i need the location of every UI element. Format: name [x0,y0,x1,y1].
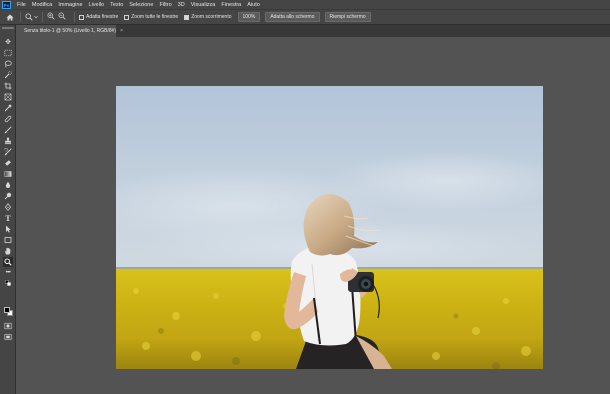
crop-tool-icon[interactable] [3,81,13,91]
resize-windows-checkbox[interactable]: Adatta finestre [79,14,118,20]
resize-windows-label: Adatta finestre [86,14,119,20]
menu-filtro[interactable]: Filtro [156,2,174,8]
rectangle-tool-icon[interactable] [3,235,13,245]
lasso-tool-icon[interactable] [3,59,13,69]
menu-file[interactable]: File [14,2,29,8]
home-icon [6,14,14,20]
checkbox-box[interactable] [79,14,84,20]
menu-3d[interactable]: 3D [175,2,188,8]
foreground-color-swatch[interactable] [4,307,10,313]
separator [20,12,21,22]
canvas-photo[interactable] [116,86,543,369]
dodge-tool-icon[interactable] [3,191,13,201]
frame-tool-icon[interactable] [3,92,13,102]
options-bar: Adatta finestre Zoom tutte le finestre Z… [0,9,610,25]
document-tab[interactable]: Senza titolo-1 @ 50% (Livello 1, RGB/8#)… [20,25,123,37]
zoom-tool-icon[interactable] [3,257,13,267]
quick-mask-icon[interactable] [3,321,13,331]
separator [74,12,75,22]
zoom-100-button[interactable]: 100% [237,12,261,22]
zoom-out-icon [58,12,66,20]
menu-immagine[interactable]: Immagine [55,2,85,8]
photoshop-logo: Ps [2,0,11,9]
screen-mode-icon[interactable] [3,332,13,342]
quick-selection-tool-icon[interactable] [3,70,13,80]
history-brush-tool-icon[interactable] [3,147,13,157]
healing-brush-tool-icon[interactable] [3,114,13,124]
scrubby-zoom-label: Zoom scorrimento [191,14,232,20]
hand-tool-icon[interactable] [3,246,13,256]
scrubby-zoom-checkbox[interactable]: Zoom scorrimento [184,14,232,20]
menu-testo[interactable]: Testo [107,2,126,8]
menu-finestra[interactable]: Finestra [218,2,244,8]
path-selection-tool-icon[interactable] [3,224,13,234]
clone-stamp-tool-icon[interactable] [3,136,13,146]
checkbox-box-checked[interactable] [184,14,190,20]
marquee-tool-icon[interactable] [3,48,13,58]
zoom-out-button[interactable] [58,12,66,22]
zoom-all-windows-label: Zoom tutte le finestre [131,14,179,20]
document-tab-bar: Senza titolo-1 @ 50% (Livello 1, RGB/8#)… [20,25,610,37]
gradient-tool-icon[interactable] [3,169,13,179]
eraser-tool-icon[interactable] [3,158,13,168]
move-tool-icon[interactable]: ✥ [3,37,13,47]
zoom-icon [25,13,33,21]
photoshop-window: Ps File Modifica Immagine Livello Testo … [0,0,610,394]
menu-bar: Ps File Modifica Immagine Livello Testo … [0,0,610,9]
more-tools-icon[interactable]: ••• [3,268,13,278]
blur-tool-icon[interactable] [3,180,13,190]
menu-modifica[interactable]: Modifica [29,2,55,8]
color-swatches[interactable] [3,306,14,317]
zoom-in-icon [47,12,55,20]
document-tab-title: Senza titolo-1 @ 50% (Livello 1, RGB/8#) [24,28,117,34]
checkbox-box[interactable] [124,14,130,20]
fill-screen-button[interactable]: Riempi schermo [324,12,371,22]
tools-panel: ✥ T ••• [0,25,16,394]
chevron-down-icon [34,15,38,19]
home-button[interactable] [4,14,16,21]
pen-tool-icon[interactable] [3,202,13,212]
menu-livello[interactable]: Livello [86,2,108,8]
brush-tool-icon[interactable] [3,125,13,135]
menu-aiuto[interactable]: Aiuto [244,2,263,8]
menu-selezione[interactable]: Selezione [126,2,156,8]
eyedropper-tool-icon[interactable] [3,103,13,113]
type-tool-icon[interactable]: T [3,213,13,223]
zoom-all-windows-checkbox[interactable]: Zoom tutte le finestre [124,14,178,20]
separator [42,12,43,22]
menu-visualizza[interactable]: Visualizza [188,2,219,8]
default-colors-icon[interactable] [3,280,13,286]
close-icon[interactable]: × [120,28,123,34]
zoom-tool-preset[interactable] [25,13,38,21]
panel-grip[interactable] [1,27,14,29]
zoom-in-button[interactable] [47,12,55,22]
canvas-area[interactable] [16,37,610,394]
fit-screen-button[interactable]: Adatta allo schermo [265,12,320,22]
